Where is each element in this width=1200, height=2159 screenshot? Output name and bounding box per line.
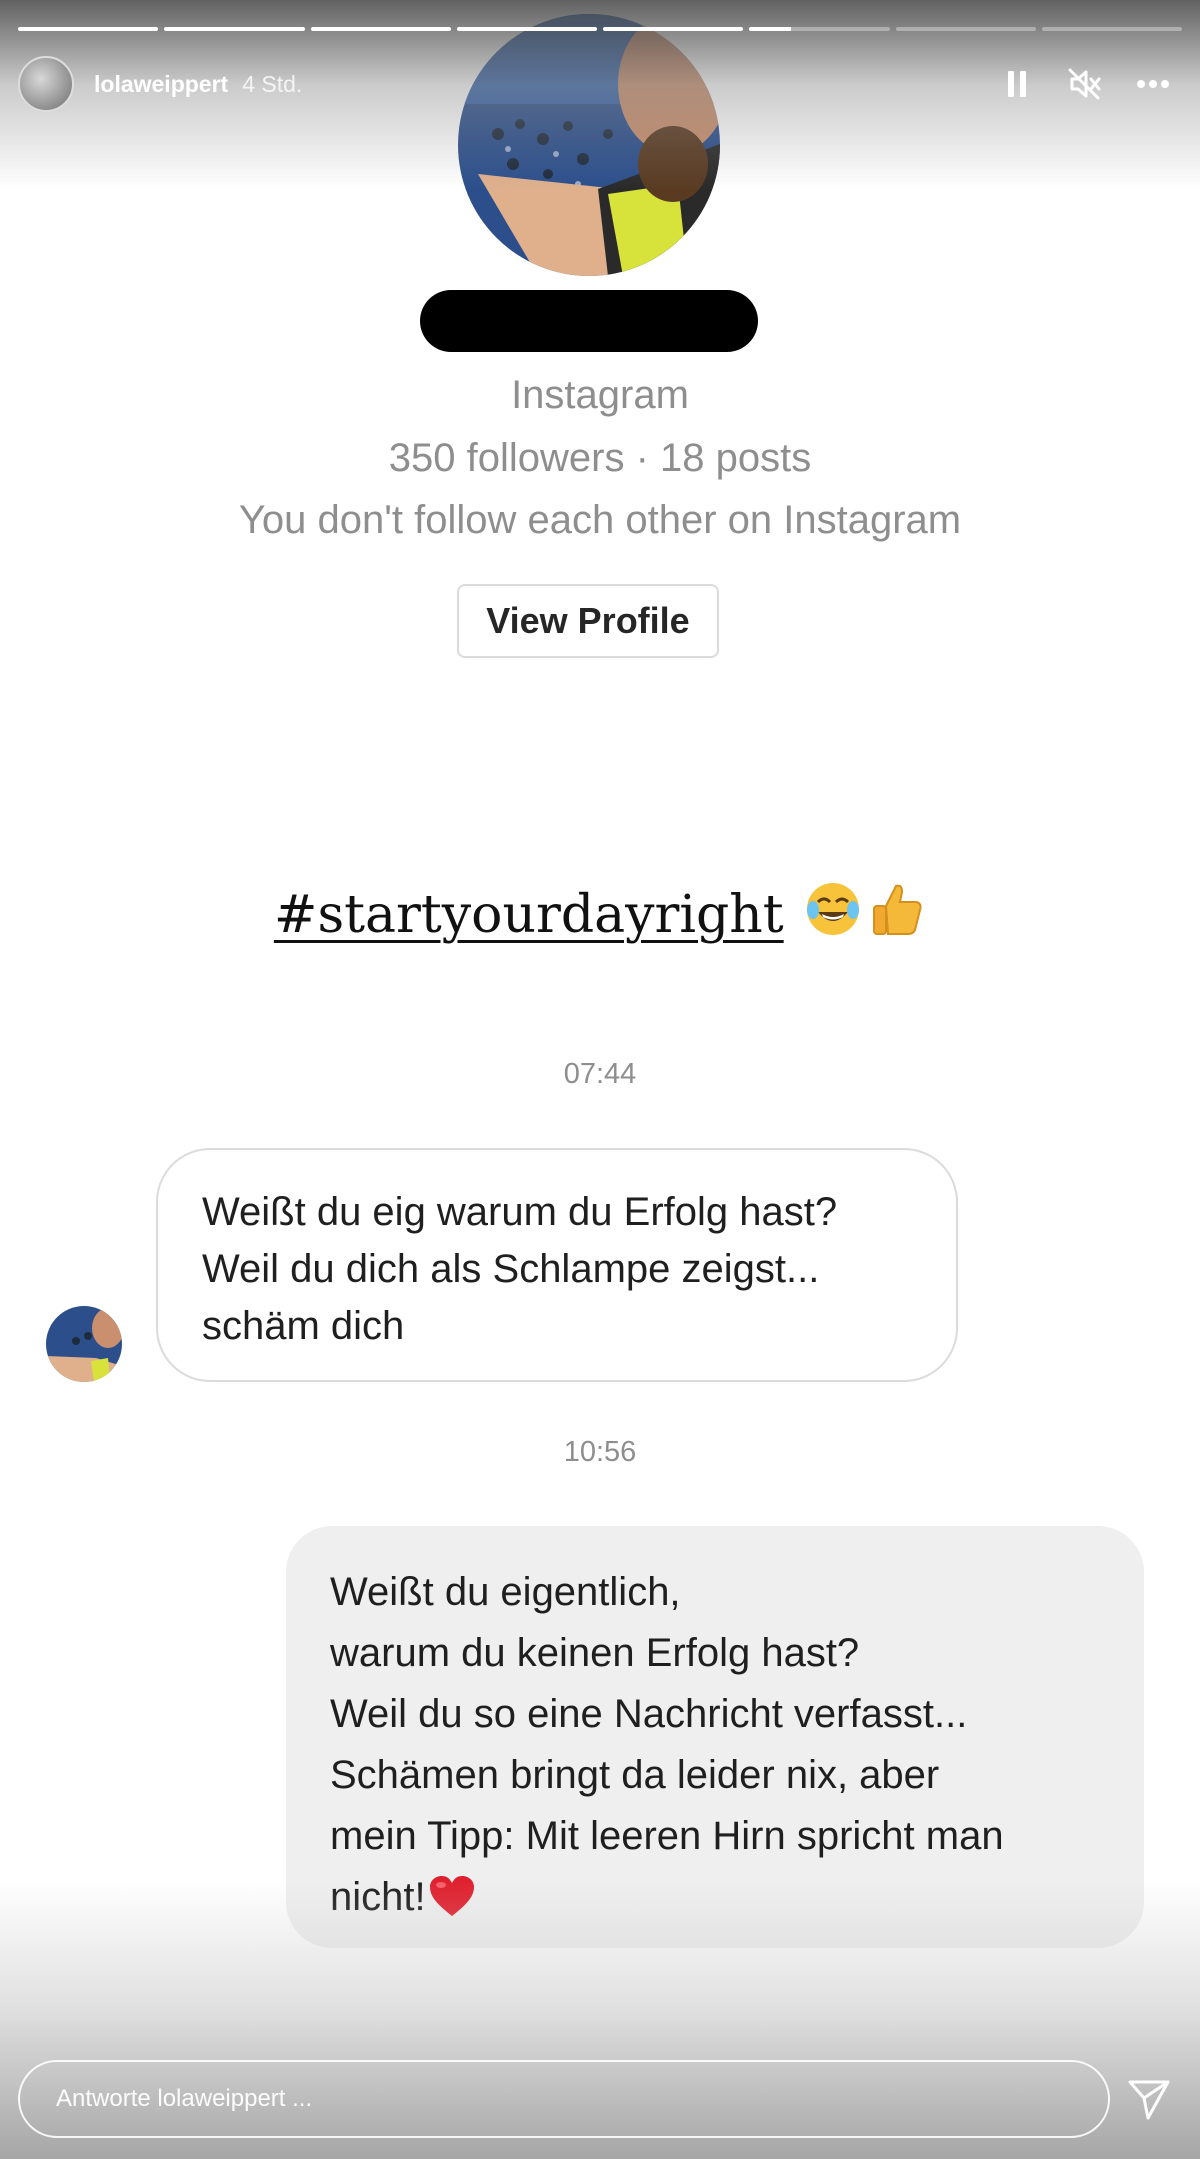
story-progress-segment bbox=[310, 27, 451, 31]
redacted-username-bar bbox=[420, 290, 758, 352]
message-line: schäm dich bbox=[202, 1304, 405, 1348]
story-progress-segment bbox=[18, 27, 159, 31]
platform-label: Instagram bbox=[511, 373, 689, 417]
tears-of-joy-emoji bbox=[807, 883, 860, 935]
story-progress-segment bbox=[749, 27, 890, 31]
follow-status: You don't follow each other on Instagram bbox=[238, 498, 962, 542]
red-heart-emoji bbox=[429, 1876, 474, 1916]
message-line: Weil du so eine Nachricht verfasst... bbox=[330, 1692, 968, 1736]
hashtag-text[interactable]: #startyourdayright bbox=[274, 885, 784, 945]
story-progress-fill bbox=[18, 27, 159, 31]
pause-icon[interactable] bbox=[1000, 67, 1034, 101]
message-line-last: nicht! bbox=[330, 1867, 1100, 1928]
mute-icon[interactable] bbox=[1068, 67, 1102, 101]
story-author-username[interactable]: lolaweippert bbox=[94, 71, 228, 98]
more-options-icon[interactable] bbox=[1136, 67, 1170, 101]
send-icon[interactable] bbox=[1126, 2076, 1172, 2122]
story-progress-fill bbox=[310, 27, 451, 31]
message-timestamp: 10:56 bbox=[563, 1436, 637, 1468]
message-line: Schämen bringt da leider nix, aber bbox=[330, 1753, 940, 1797]
message-timestamp: 07:44 bbox=[563, 1058, 637, 1090]
sender-avatar[interactable] bbox=[46, 1306, 122, 1382]
reply-placeholder: Antworte lolaweippert ... bbox=[56, 2085, 313, 2112]
incoming-message-bubble: Weißt du eig warum du Erfolg hast? Weil … bbox=[156, 1148, 958, 1382]
story-author-avatar[interactable] bbox=[18, 56, 74, 112]
story-progress-fill bbox=[749, 27, 792, 31]
thumbs-up-emoji bbox=[873, 884, 922, 935]
story-progress-fill bbox=[603, 27, 744, 31]
message-line: mein Tipp: Mit leeren Hirn spricht man bbox=[330, 1814, 1004, 1858]
story-progress-bar bbox=[18, 27, 1182, 31]
message-line: Weißt du eig warum du Erfolg hast? bbox=[202, 1190, 838, 1234]
story-header: lolaweippert 4 Std. bbox=[18, 52, 1182, 116]
message-line: Weißt du eigentlich, bbox=[330, 1570, 681, 1614]
story-progress-fill bbox=[164, 27, 305, 31]
story-progress-segment bbox=[164, 27, 305, 31]
profile-stats: 350 followers · 18 posts bbox=[388, 436, 812, 480]
message-line-text: nicht! bbox=[330, 1875, 426, 1919]
outgoing-message-bubble: Weißt du eigentlich, warum du keinen Erf… bbox=[286, 1526, 1144, 1948]
story-progress-segment bbox=[1041, 27, 1182, 31]
story-caption: #startyourdayright bbox=[0, 880, 1200, 945]
reply-input[interactable]: Antworte lolaweippert ... bbox=[18, 2060, 1110, 2138]
story-progress-fill bbox=[456, 27, 597, 31]
story-progress-segment bbox=[603, 27, 744, 31]
story-time-ago: 4 Std. bbox=[242, 70, 303, 97]
story-progress-segment bbox=[456, 27, 597, 31]
message-line: warum du keinen Erfolg hast? bbox=[330, 1631, 860, 1675]
message-line: Weil du dich als Schlampe zeigst... bbox=[202, 1247, 820, 1291]
story-progress-segment bbox=[895, 27, 1036, 31]
view-profile-button[interactable]: View Profile bbox=[457, 584, 719, 658]
